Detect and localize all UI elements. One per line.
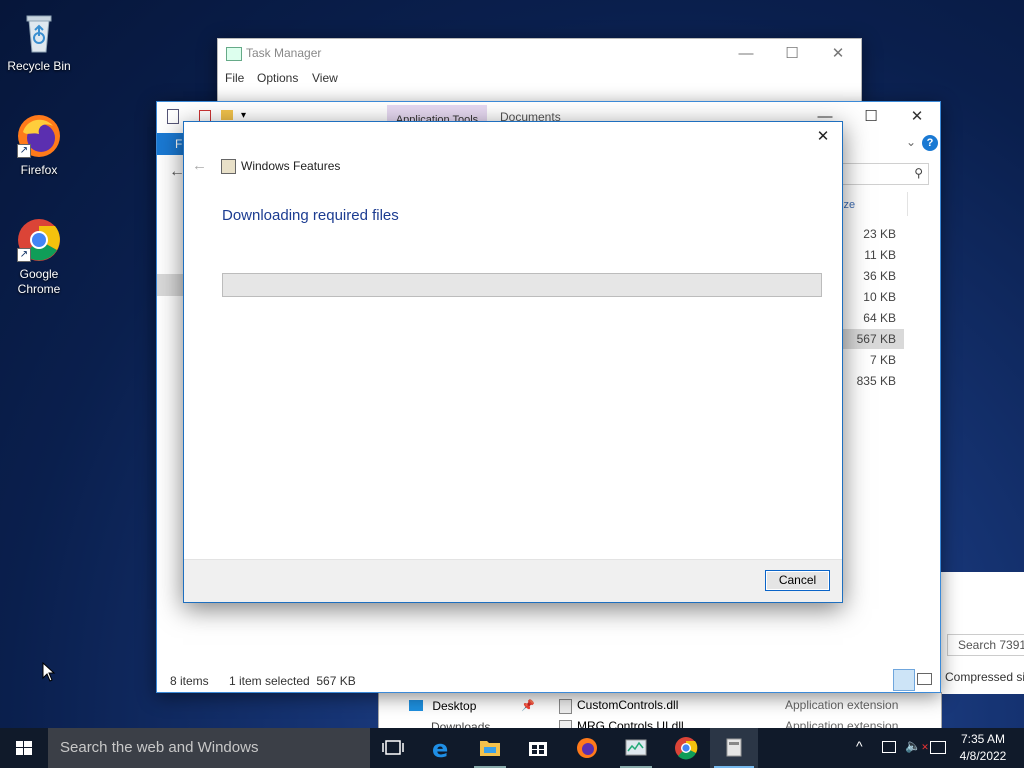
task-manager-app-icon xyxy=(226,47,242,61)
windows-features-icon xyxy=(221,159,236,174)
taskbar-file-explorer[interactable] xyxy=(466,728,514,768)
windows-features-dialog: ✕ ← Windows Features Downloading require… xyxy=(183,121,843,603)
windows-logo-icon xyxy=(16,741,32,755)
windows-features-icon xyxy=(726,738,742,757)
dialog-title: Windows Features xyxy=(241,159,341,173)
dialog-close-button[interactable]: ✕ xyxy=(810,126,836,148)
chrome-icon: ↗ xyxy=(15,216,63,264)
start-button[interactable] xyxy=(0,728,48,768)
file-size-cell[interactable]: 64 KB xyxy=(834,308,904,328)
task-view-button[interactable] xyxy=(370,728,418,768)
pin-icon[interactable]: 📌 xyxy=(521,699,535,712)
dll-file-icon xyxy=(559,699,572,714)
qat-dropdown-icon[interactable]: ▾ xyxy=(241,110,246,121)
file-size-cell[interactable]: 835 KB xyxy=(834,371,904,391)
dialog-back-arrow-icon[interactable]: ← xyxy=(192,157,207,174)
taskbar-firefox[interactable] xyxy=(563,728,611,768)
desktop-folder-icon xyxy=(409,700,423,711)
firefox-icon: ↗ xyxy=(15,112,63,160)
desktop-icon-label: Google Chrome xyxy=(17,267,61,296)
minimize-button[interactable]: — xyxy=(723,39,769,69)
taskbar-search-box[interactable]: Search the web and Windows xyxy=(48,728,370,768)
clock[interactable]: 7:35 AM 4/8/2022 xyxy=(950,731,1016,765)
status-item-count: 8 items xyxy=(170,674,209,688)
folder-icon xyxy=(480,741,500,756)
chrome-icon xyxy=(675,737,698,760)
taskbar-windows-features[interactable] xyxy=(710,728,758,768)
large-icons-view-icon[interactable] xyxy=(917,673,932,685)
background-window: Search 7391- Compressed siz xyxy=(940,572,1024,694)
taskbar-task-manager[interactable] xyxy=(612,728,660,768)
compressed-size-label: Compressed siz xyxy=(945,670,1024,684)
close-button[interactable]: ✕ xyxy=(894,102,940,132)
svg-text:e: e xyxy=(432,735,448,763)
file-size-cell-selected[interactable]: 567 KB xyxy=(834,329,904,349)
file-size-cell[interactable]: 23 KB xyxy=(834,224,904,244)
details-view-icon[interactable] xyxy=(893,669,915,691)
download-progress-bar xyxy=(222,273,822,297)
cancel-button[interactable]: Cancel xyxy=(765,570,830,591)
desktop-icon-label: Recycle Bin xyxy=(7,59,71,73)
dialog-heading: Downloading required files xyxy=(222,207,399,224)
clock-date: 4/8/2022 xyxy=(959,749,1007,763)
new-folder-icon[interactable] xyxy=(221,110,233,120)
column-divider[interactable] xyxy=(907,192,908,216)
help-icon[interactable]: ? xyxy=(922,135,938,151)
file-size-cell[interactable]: 7 KB xyxy=(834,350,904,370)
menu-file[interactable]: File xyxy=(225,71,244,85)
shortcut-arrow-icon: ↗ xyxy=(17,248,31,262)
desktop-icon-label: Firefox xyxy=(20,163,58,177)
window-title: Task Manager xyxy=(246,46,322,60)
close-button[interactable]: ✕ xyxy=(815,39,861,69)
taskbar-store[interactable] xyxy=(514,728,562,768)
menu-options[interactable]: Options xyxy=(257,71,298,85)
explorer-search-box[interactable]: ⚲ xyxy=(841,163,929,185)
desktop-icon-firefox[interactable]: ↗ Firefox xyxy=(1,112,77,178)
file-size-cell[interactable]: 10 KB xyxy=(834,287,904,307)
file-name: CustomControls.dll xyxy=(577,698,679,712)
properties-icon[interactable] xyxy=(167,109,179,124)
tray-overflow-chevron-icon[interactable]: ^ xyxy=(856,738,863,754)
store-icon xyxy=(529,742,547,756)
ribbon-expand-chevron-icon[interactable]: ⌄ xyxy=(906,135,916,149)
nav-pane-selection xyxy=(157,274,185,296)
action-center-icon[interactable] xyxy=(930,741,946,754)
desktop-icon-recycle-bin[interactable]: Recycle Bin xyxy=(1,8,77,74)
task-manager-window: Task Manager — ☐ ✕ File Options View xyxy=(217,38,862,110)
volume-muted-icon[interactable]: 🔈✕ xyxy=(905,738,929,754)
dialog-footer: Cancel xyxy=(184,559,842,602)
search-icon: ⚲ xyxy=(914,166,923,180)
background-search-box[interactable]: Search 7391- xyxy=(947,634,1024,656)
recycle-bin-icon xyxy=(15,8,63,56)
file-size-cell[interactable]: 36 KB xyxy=(834,266,904,286)
taskbar-edge[interactable]: e xyxy=(418,728,466,768)
background-search-placeholder: Search 7391- xyxy=(958,638,1024,652)
menu-view[interactable]: View xyxy=(312,71,338,85)
task-manager-icon xyxy=(625,739,647,756)
taskbar-search-placeholder: Search the web and Windows xyxy=(60,739,259,756)
nav-item-desktop[interactable]: Desktop xyxy=(409,699,476,713)
file-row[interactable]: CustomControls.dll Application extension xyxy=(559,697,939,715)
clock-time: 7:35 AM xyxy=(960,732,1006,746)
status-selected-info: 1 item selected 567 KB xyxy=(229,674,356,688)
firefox-icon xyxy=(577,738,597,758)
compressed-size-header[interactable]: Compressed siz xyxy=(945,670,1024,684)
edge-icon: e xyxy=(432,735,448,763)
task-manager-titlebar[interactable]: Task Manager — ☐ ✕ xyxy=(218,39,861,69)
maximize-button[interactable]: ☐ xyxy=(769,39,815,69)
task-view-icon xyxy=(382,740,404,755)
maximize-button[interactable]: ☐ xyxy=(848,102,894,132)
size-column-header[interactable]: ize xyxy=(841,199,855,211)
mouse-cursor-icon xyxy=(42,662,56,682)
file-size-cell[interactable]: 11 KB xyxy=(834,245,904,265)
taskbar-chrome[interactable] xyxy=(662,728,710,768)
taskbar: Search the web and Windows e ^ 🔈✕ 7:35 A… xyxy=(0,728,1024,768)
bottom-explorer-window: Desktop 📌 Downloads CustomControls.dll A… xyxy=(378,692,942,730)
file-tab-label: F xyxy=(175,137,183,151)
file-type: Application extension xyxy=(785,698,899,712)
network-icon[interactable] xyxy=(882,741,896,753)
shortcut-arrow-icon: ↗ xyxy=(17,144,31,158)
nav-item-label: Desktop xyxy=(432,699,477,713)
desktop-icon-google-chrome[interactable]: ↗ Google Chrome xyxy=(1,216,77,297)
